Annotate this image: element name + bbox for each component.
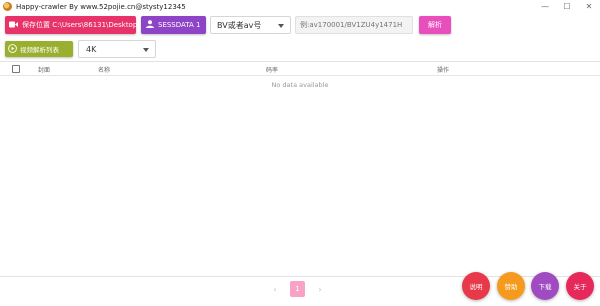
parse-button[interactable]: 解析 [419, 16, 451, 34]
video-url-input[interactable] [295, 16, 413, 34]
help-button[interactable]: 说明 [462, 272, 490, 300]
next-page-button[interactable]: › [313, 281, 327, 297]
prev-page-button[interactable]: ‹ [268, 281, 282, 297]
download-label: 下载 [538, 283, 552, 291]
chevron-down-icon [143, 48, 149, 52]
chevron-down-icon [278, 24, 284, 28]
minimize-icon[interactable]: — [534, 0, 556, 13]
empty-table-message: No data available [271, 81, 329, 89]
column-header-bitrate: 码率 [266, 67, 279, 74]
quality-value: 4K [86, 44, 97, 54]
sessdata-button[interactable]: SESSDATA 1 [141, 16, 206, 34]
close-icon[interactable]: ✕ [578, 0, 600, 13]
video-list-button[interactable]: 视频解析列表 [5, 41, 73, 57]
about-button[interactable]: 关于 [566, 272, 594, 300]
window-controls: — ☐ ✕ [534, 0, 600, 13]
sponsor-button[interactable]: 赞助 [497, 272, 525, 300]
column-header-actions: 操作 [437, 67, 450, 74]
main-toolbar: 保存位置 C:\Users\86131\Desktop SESSDATA 1 B… [5, 15, 595, 35]
sessdata-label: SESSDATA 1 [158, 21, 201, 29]
about-label: 关于 [573, 283, 587, 291]
title-bar: Happy-crawler By www.52pojie.cn@stysty12… [0, 0, 600, 13]
app-icon [3, 2, 12, 11]
save-location-label: 保存位置 C:\Users\86131\Desktop [22, 21, 138, 29]
column-header-name: 名称 [98, 67, 111, 74]
pagination: ‹ 1 › [268, 281, 327, 297]
table-header: 封面 名称 码率 操作 [0, 62, 600, 76]
window-title: Happy-crawler By www.52pojie.cn@stysty12… [16, 2, 186, 11]
quality-select[interactable]: 4K [78, 40, 156, 58]
save-location-button[interactable]: 保存位置 C:\Users\86131\Desktop [5, 16, 138, 34]
secondary-toolbar: 视频解析列表 4K [5, 40, 595, 58]
video-icon [9, 21, 18, 30]
play-circle-icon [8, 43, 17, 55]
sponsor-label: 赞助 [504, 283, 518, 291]
video-list-label: 视频解析列表 [20, 46, 59, 54]
maximize-icon[interactable]: ☐ [556, 0, 578, 13]
id-type-value: BV或者av号 [217, 20, 262, 30]
parse-label: 解析 [428, 21, 442, 29]
user-icon [146, 20, 154, 30]
select-all-checkbox[interactable] [12, 65, 20, 73]
page-number-button[interactable]: 1 [290, 281, 305, 297]
column-header-cover: 封面 [38, 67, 51, 74]
download-button[interactable]: 下载 [531, 272, 559, 300]
id-type-select[interactable]: BV或者av号 [210, 16, 291, 34]
help-label: 说明 [469, 283, 483, 291]
